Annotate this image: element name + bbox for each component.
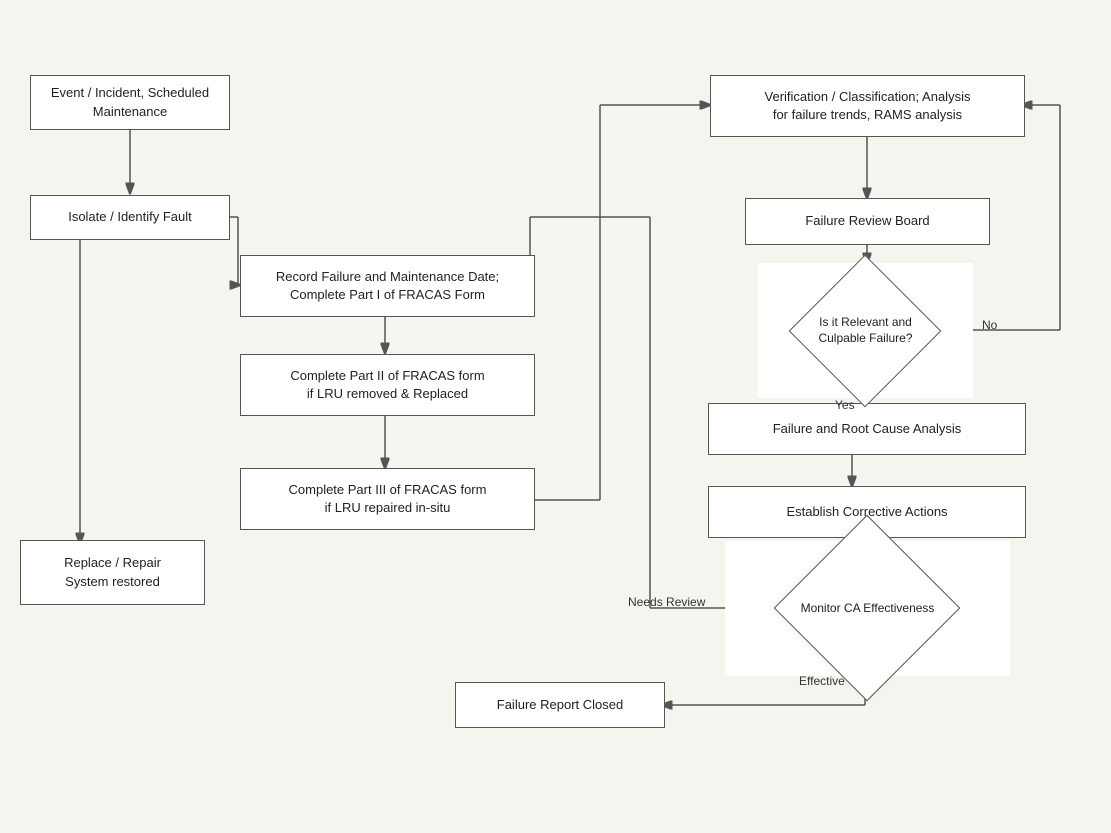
complete-part2-box: Complete Part II of FRACAS formif LRU re…	[240, 354, 535, 416]
failure-review-board-box: Failure Review Board	[745, 198, 990, 245]
relevant-culpable-label: Is it Relevant andCulpable Failure?	[818, 315, 912, 346]
event-incident-box: Event / Incident, Scheduled Maintenance	[30, 75, 230, 130]
needs-review-label: Needs Review	[628, 595, 705, 609]
failure-root-cause-label: Failure and Root Cause Analysis	[773, 420, 962, 438]
replace-repair-box: Replace / RepairSystem restored	[20, 540, 205, 605]
record-failure-box: Record Failure and Maintenance Date;Comp…	[240, 255, 535, 317]
effective-label: Effective	[799, 674, 845, 688]
event-incident-label: Event / Incident, Scheduled Maintenance	[41, 84, 219, 120]
failure-root-cause-box: Failure and Root Cause Analysis	[708, 403, 1026, 455]
complete-part3-label: Complete Part III of FRACAS formif LRU r…	[289, 481, 487, 517]
failure-report-closed-label: Failure Report Closed	[497, 696, 623, 714]
complete-part3-box: Complete Part III of FRACAS formif LRU r…	[240, 468, 535, 530]
record-failure-label: Record Failure and Maintenance Date;Comp…	[276, 268, 499, 304]
monitor-ca-diamond: Monitor CA Effectiveness	[725, 541, 1010, 676]
failure-review-board-label: Failure Review Board	[805, 212, 929, 230]
relevant-culpable-diamond: Is it Relevant andCulpable Failure?	[758, 263, 973, 398]
replace-repair-label: Replace / RepairSystem restored	[64, 554, 161, 590]
isolate-fault-label: Isolate / Identify Fault	[68, 208, 192, 226]
verification-box: Verification / Classification; Analysisf…	[710, 75, 1025, 137]
verification-label: Verification / Classification; Analysisf…	[765, 88, 971, 124]
isolate-fault-box: Isolate / Identify Fault	[30, 195, 230, 240]
complete-part2-label: Complete Part II of FRACAS formif LRU re…	[290, 367, 484, 403]
monitor-ca-label: Monitor CA Effectiveness	[801, 601, 935, 617]
no-label: No	[982, 318, 997, 332]
yes-label: Yes	[835, 398, 855, 412]
failure-report-closed-box: Failure Report Closed	[455, 682, 665, 728]
